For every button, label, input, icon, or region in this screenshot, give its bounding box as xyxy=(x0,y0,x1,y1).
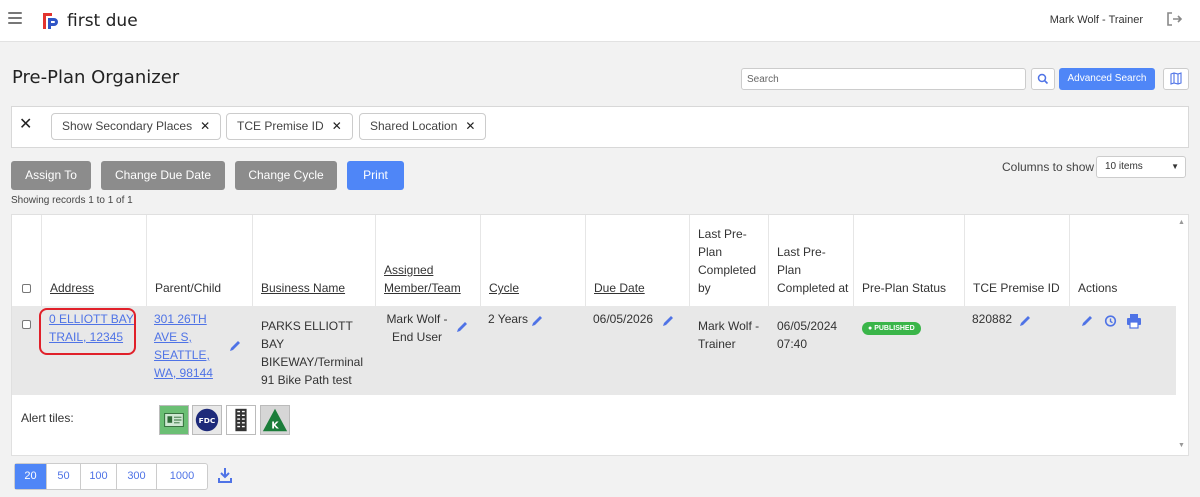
alert-tiles-label: Alert tiles: xyxy=(21,411,74,425)
search-button[interactable] xyxy=(1031,68,1055,90)
advanced-search-button[interactable]: Advanced Search xyxy=(1059,68,1155,90)
filter-chip-secondary-places[interactable]: Show Secondary Places ✕ xyxy=(51,113,222,140)
due-date-value: 06/05/2026 xyxy=(593,312,654,326)
header-label: Due Date xyxy=(594,281,645,295)
remove-chip-icon[interactable]: ✕ xyxy=(332,119,342,133)
columns-to-show-label: Columns to show xyxy=(1002,160,1095,174)
edit-parent-pencil-icon[interactable] xyxy=(228,339,242,353)
page-size-1000[interactable]: 1000 xyxy=(157,464,207,489)
remove-chip-icon[interactable]: ✕ xyxy=(465,119,475,133)
header-label: Parent/Child xyxy=(155,281,222,295)
clear-filters-icon[interactable]: ✕ xyxy=(19,114,32,134)
history-icon[interactable] xyxy=(1103,314,1117,328)
header-status: Pre-Plan Status xyxy=(853,215,964,306)
table-row: 0 ELLIOTT BAY TRAIL, 12345 301 26TH AVE … xyxy=(12,306,1176,395)
print-button[interactable]: Print xyxy=(347,161,404,190)
header-due-date[interactable]: Due Date xyxy=(585,215,689,306)
svg-text:FDC: FDC xyxy=(199,416,216,425)
page-size-300[interactable]: 300 xyxy=(117,464,157,489)
fdc-icon[interactable]: FDC xyxy=(192,405,222,435)
header-label: TCE Premise ID xyxy=(973,281,1060,295)
hamburger-menu-icon[interactable] xyxy=(8,12,22,26)
active-filters-bar: ✕ Show Secondary Places ✕ TCE Premise ID ✕… xyxy=(11,106,1189,148)
building-icon[interactable] xyxy=(226,405,256,435)
chevron-down-icon: ▼ xyxy=(1171,162,1179,171)
edit-tce-pencil-icon[interactable] xyxy=(1018,314,1032,328)
header-business-name[interactable]: Business Name xyxy=(252,215,375,306)
cycle-value: 2 Years xyxy=(488,312,529,326)
completed-at-value: 06/05/2024 07:40 xyxy=(777,319,838,351)
header-address[interactable]: Address xyxy=(41,215,146,306)
header-label: Last Pre-Plan Completed by xyxy=(698,227,757,295)
print-row-icon[interactable] xyxy=(1126,313,1142,329)
header-parent-child: Parent/Child xyxy=(146,215,252,306)
row-checkbox[interactable] xyxy=(22,320,31,329)
page-title: Pre-Plan Organizer xyxy=(12,67,180,88)
header-label: Pre-Plan Status xyxy=(862,281,947,295)
knox-box-icon[interactable]: K xyxy=(260,405,290,435)
first-due-logo-icon xyxy=(43,13,58,29)
scroll-down-icon[interactable]: ▼ xyxy=(1178,442,1185,449)
scroll-up-icon[interactable]: ▲ xyxy=(1178,219,1185,226)
svg-text:K: K xyxy=(271,420,279,431)
status-badge: ● PUBLISHED xyxy=(862,322,921,335)
edit-assigned-pencil-icon[interactable] xyxy=(455,320,469,334)
columns-select[interactable]: 10 items ▼ xyxy=(1096,156,1186,178)
page-size-50[interactable]: 50 xyxy=(47,464,81,489)
business-name: PARKS ELLIOTT BAY BIKEWAY/Terminal 91 Bi… xyxy=(261,319,364,387)
header-cycle[interactable]: Cycle xyxy=(480,215,585,306)
header-assigned[interactable]: Assigned Member/Team xyxy=(375,215,480,306)
page-size-20[interactable]: 20 xyxy=(15,464,47,489)
header-completed-by: Last Pre-Plan Completed by xyxy=(689,215,768,306)
header-label: Address xyxy=(50,281,95,295)
header-select-cell xyxy=(12,215,41,306)
remove-chip-icon[interactable]: ✕ xyxy=(200,119,210,133)
header-label: Business Name xyxy=(261,281,346,295)
search-icon xyxy=(1037,73,1049,85)
page-size-100[interactable]: 100 xyxy=(81,464,117,489)
edit-due-date-pencil-icon[interactable] xyxy=(661,314,675,328)
logo-text: first due xyxy=(67,11,138,31)
parent-child-link[interactable]: 301 26TH AVE S, SEATTLE, WA, 98144 xyxy=(154,310,218,382)
logout-icon[interactable] xyxy=(1165,10,1183,28)
header-completed-at: Last Pre-Plan Completed at xyxy=(768,215,853,306)
parent-address-text[interactable]: 301 26TH AVE S, SEATTLE, WA, 98144 xyxy=(154,312,213,380)
header-label: Assigned Member/Team xyxy=(384,263,461,295)
header-label: Last Pre-Plan Completed at xyxy=(777,245,849,295)
page-size-selector: 20 50 100 300 1000 xyxy=(14,463,208,490)
map-view-button[interactable] xyxy=(1163,68,1189,90)
chip-label: Show Secondary Places xyxy=(62,119,193,133)
header-label: Cycle xyxy=(489,281,520,295)
completed-by-value: Mark Wolf - Trainer xyxy=(698,319,760,351)
filter-chip-tce-premise-id[interactable]: TCE Premise ID ✕ xyxy=(226,113,353,140)
assign-to-button[interactable]: Assign To xyxy=(11,161,91,190)
status-badge-text: PUBLISHED xyxy=(874,325,915,332)
header-label: Actions xyxy=(1078,281,1118,295)
table-scrollbar[interactable]: ▲ ▼ xyxy=(1176,215,1188,455)
header-tce-premise-id: TCE Premise ID xyxy=(964,215,1069,306)
map-icon xyxy=(1170,72,1182,85)
user-name[interactable]: Mark Wolf - Trainer xyxy=(1050,14,1143,26)
header-actions: Actions xyxy=(1069,215,1176,306)
id-card-icon[interactable] xyxy=(159,405,189,435)
edit-cycle-pencil-icon[interactable] xyxy=(530,314,544,328)
preplan-table: Address Parent/Child Business Name Assig… xyxy=(11,214,1189,456)
search-input[interactable] xyxy=(741,68,1026,90)
select-all-checkbox[interactable] xyxy=(22,284,31,293)
address-highlight-annotation xyxy=(39,308,136,355)
chip-label: Shared Location xyxy=(370,119,458,133)
columns-select-value: 10 items xyxy=(1105,161,1143,172)
top-bar: first due Mark Wolf - Trainer xyxy=(0,0,1200,42)
tce-premise-id-value: 820882 xyxy=(972,312,1013,326)
download-icon[interactable] xyxy=(216,466,234,484)
edit-row-pencil-icon[interactable] xyxy=(1080,314,1094,328)
assigned-member: Mark Wolf - End User xyxy=(386,312,448,344)
filter-chip-shared-location[interactable]: Shared Location ✕ xyxy=(359,113,487,140)
change-due-date-button[interactable]: Change Due Date xyxy=(101,161,225,190)
change-cycle-button[interactable]: Change Cycle xyxy=(235,161,337,190)
records-summary: Showing records 1 to 1 of 1 xyxy=(11,195,133,206)
chip-label: TCE Premise ID xyxy=(237,119,324,133)
status-cell: ● PUBLISHED xyxy=(862,317,921,335)
